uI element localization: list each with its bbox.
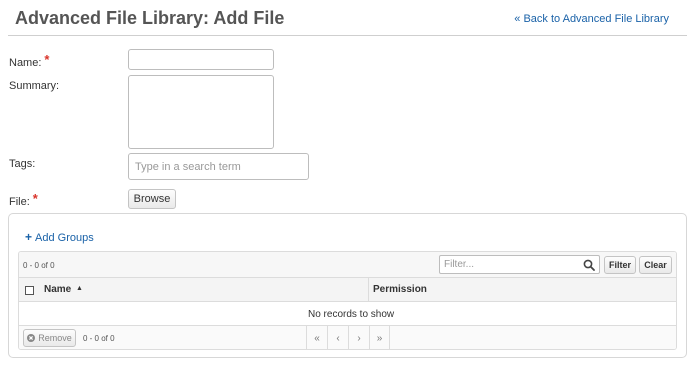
browse-button[interactable]: Browse [128, 189, 176, 209]
filter-input[interactable]: Filter... [439, 255, 600, 274]
name-label: Name: [9, 57, 42, 69]
plus-icon: + [25, 230, 33, 244]
summary-label: Summary: [9, 80, 60, 92]
sort-ascending-icon: ▲ [76, 285, 83, 292]
grid-header-row: Name ▲ Permission [19, 278, 676, 302]
grid-toolbar: 0 - 0 of 0 Filter... Filter Clear [19, 252, 676, 278]
empty-message: No records to show [308, 309, 395, 320]
clear-button[interactable]: Clear [639, 256, 672, 274]
grid-footer: Remove 0 - 0 of 0 « ‹ › » [19, 326, 676, 349]
record-count: 0 - 0 of 0 [23, 261, 55, 270]
required-asterisk: * [44, 52, 50, 67]
name-input[interactable] [128, 49, 274, 70]
header-divider [8, 35, 687, 36]
remove-label: Remove [38, 333, 72, 343]
remove-button[interactable]: Remove [23, 329, 76, 347]
select-all-checkbox[interactable] [25, 286, 34, 295]
column-divider [368, 278, 369, 302]
summary-textarea[interactable] [128, 75, 274, 149]
search-icon[interactable] [583, 259, 595, 271]
add-groups-label: Add Groups [35, 232, 94, 244]
groups-grid: 0 - 0 of 0 Filter... Filter Clear Name ▲… [18, 251, 677, 350]
add-groups-link[interactable]: + Add Groups [25, 230, 94, 244]
empty-row: No records to show [19, 302, 676, 326]
file-label-row: File: * [9, 191, 38, 208]
back-to-library-link[interactable]: « Back to Advanced File Library [514, 13, 669, 25]
filter-placeholder: Filter... [444, 259, 475, 270]
prev-page-button[interactable]: ‹ [327, 326, 348, 349]
last-page-button[interactable]: » [369, 326, 390, 349]
tags-placeholder: Type in a search term [135, 161, 241, 173]
permission-column-header[interactable]: Permission [373, 284, 427, 295]
name-label-row: Name: * [9, 52, 50, 69]
required-asterisk: * [32, 191, 38, 206]
pager: « ‹ › » [306, 326, 390, 349]
next-page-button[interactable]: › [348, 326, 369, 349]
remove-icon [27, 334, 36, 342]
first-page-button[interactable]: « [306, 326, 327, 349]
filter-button[interactable]: Filter [604, 256, 636, 274]
tags-label: Tags: [9, 158, 36, 170]
footer-record-count: 0 - 0 of 0 [83, 334, 115, 343]
tags-search-input[interactable]: Type in a search term [128, 153, 309, 180]
page-title: Advanced File Library: Add File [15, 8, 285, 28]
file-label: File: [9, 196, 30, 208]
name-column-header[interactable]: Name ▲ [44, 284, 83, 295]
name-column-label: Name [44, 284, 72, 295]
